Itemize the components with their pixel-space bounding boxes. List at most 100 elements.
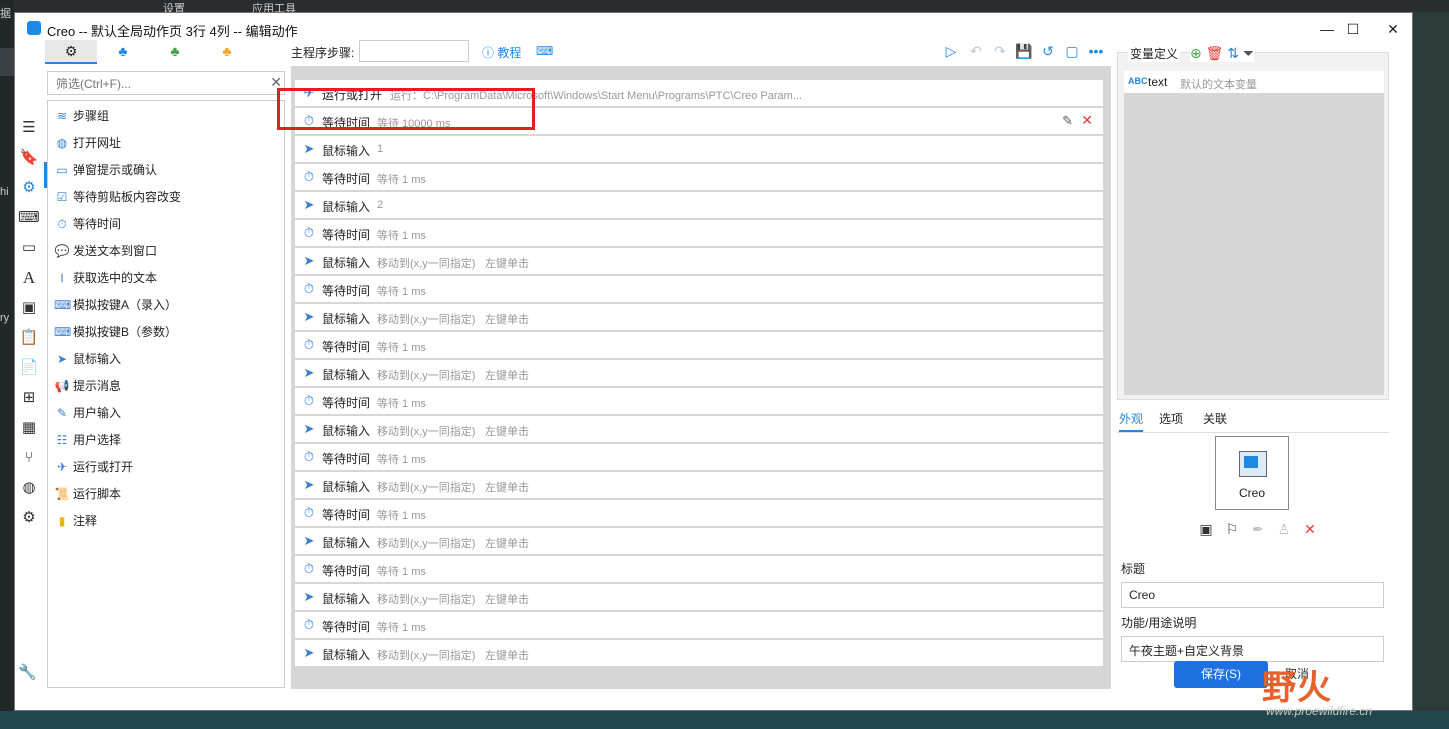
image-icon[interactable]: ▣	[1193, 521, 1219, 538]
tab-cluster-green-icon[interactable]: ♣	[149, 40, 201, 64]
note-icon[interactable]: ▢	[1062, 41, 1082, 61]
step-row[interactable]: ➤ 鼠标输入 移动到(x,y一同指定) 左键单击	[295, 584, 1103, 611]
gear-icon[interactable]: ⚙	[14, 176, 44, 200]
windows-icon[interactable]: ⊞	[14, 386, 44, 410]
action-item[interactable]: ☷ 用户选择	[54, 429, 121, 451]
undo-icon[interactable]: ↶	[966, 41, 986, 61]
paper-plane-icon: ✈	[56, 460, 68, 474]
filter-input[interactable]	[54, 73, 258, 95]
action-item[interactable]: I 获取选中的文本	[54, 267, 157, 289]
action-item[interactable]: 📜 运行脚本	[54, 483, 122, 505]
globe-icon[interactable]: ◍	[14, 476, 44, 500]
step-row[interactable]: ⏱ 等待时间 等待 1 ms	[295, 332, 1103, 359]
variable-row[interactable]: ABC text 默认的文本变量	[1124, 71, 1384, 93]
keyboard-icon[interactable]: ⌨	[14, 206, 44, 230]
action-item[interactable]: ✈ 运行或打开	[54, 456, 133, 478]
variable-type-badge: ABC	[1128, 76, 1148, 86]
step-row[interactable]: ➤ 鼠标输入 移动到(x,y一同指定) 左键单击	[295, 248, 1103, 275]
action-item[interactable]: ✎ 用户输入	[54, 402, 121, 424]
variable-definition-panel: 变量定义 ⊕ 🗑 ⇅ ⏷ ABC text 默认的文本变量	[1117, 45, 1389, 400]
action-item[interactable]: ⌨ 模拟按键B（参数）	[54, 321, 177, 343]
description-field[interactable]: 午夜主题+自定义背景	[1121, 636, 1384, 662]
font-icon[interactable]: A	[14, 266, 44, 290]
tutorial-link[interactable]: ⓘ 教程	[482, 44, 521, 61]
save-button[interactable]: 保存(S)	[1174, 661, 1268, 688]
red-highlight-box	[277, 88, 535, 130]
image-icon[interactable]: ▣	[14, 296, 44, 320]
step-row[interactable]: ⏱ 等待时间 等待 1 ms	[295, 164, 1103, 191]
menu-icon[interactable]: ☰	[14, 116, 44, 140]
note-icon: ▮	[58, 514, 66, 528]
variable-header-icons: ⊕ 🗑 ⇅ ⏷	[1190, 45, 1255, 62]
window-title: Creo -- 默认全局动作页 3行 4列 -- 编辑动作	[47, 24, 298, 39]
tab-gears-icon[interactable]: ⚙	[45, 40, 97, 64]
main-steps-input[interactable]	[359, 40, 469, 62]
step-row[interactable]: ⏱ 等待时间 等待 1 ms	[295, 612, 1103, 639]
action-preview[interactable]: Creo	[1215, 436, 1289, 510]
step-row[interactable]: ➤ 鼠标输入 移动到(x,y一同指定) 左键单击	[295, 304, 1103, 331]
wrench-icon[interactable]: 🔧	[18, 663, 37, 681]
title-field[interactable]: Creo	[1121, 582, 1384, 608]
tab-appearance[interactable]: 外观	[1119, 408, 1144, 432]
step-row[interactable]: ➤ 鼠标输入 1	[295, 136, 1103, 163]
close-icon[interactable]: ✕	[1297, 521, 1323, 538]
action-item[interactable]: 💬 发送文本到窗口	[54, 240, 158, 262]
action-item[interactable]: ▮ 注释	[54, 510, 97, 532]
action-item[interactable]: ⏱ 等待时间	[54, 213, 121, 235]
step-row[interactable]: ⏱ 等待时间 等待 1 ms	[295, 444, 1103, 471]
category-tabs: ⚙ ♣ ♣ ♣	[45, 40, 285, 64]
keyboard-icon[interactable]: ⌨	[536, 44, 553, 58]
delete-icon[interactable]: 🗑	[1206, 45, 1224, 61]
redo-icon[interactable]: ↷	[990, 41, 1010, 61]
tab-cluster-orange-icon[interactable]: ♣	[201, 40, 253, 64]
maximize-button[interactable]: ☐	[1340, 18, 1366, 40]
step-row[interactable]: ⏱ 等待时间 等待 1 ms	[295, 500, 1103, 527]
step-row[interactable]: ➤ 鼠标输入 移动到(x,y一同指定) 左键单击	[295, 528, 1103, 555]
step-row[interactable]: ➤ 鼠标输入 移动到(x,y一同指定) 左键单击	[295, 472, 1103, 499]
timer-icon: ⏱	[303, 225, 315, 240]
close-button[interactable]: ✕	[1380, 18, 1406, 40]
play-icon[interactable]: ▷	[941, 41, 961, 61]
filter-icon[interactable]: ⏷	[1243, 45, 1254, 61]
cursor-icon: ➤	[303, 253, 315, 268]
step-row[interactable]: ⏱ 等待时间 等待 1 ms	[295, 276, 1103, 303]
calculator-icon[interactable]: ▦	[14, 416, 44, 440]
timer-icon: ⏱	[303, 169, 315, 184]
gears-icon[interactable]: ⚙	[14, 506, 44, 530]
filter-field[interactable]: ✕	[47, 71, 285, 95]
branch-icon[interactable]: ⑂	[14, 446, 44, 470]
step-row[interactable]: ➤ 鼠标输入 移动到(x,y一同指定) 左键单击	[295, 416, 1103, 443]
delete-icon[interactable]: ✕	[1081, 112, 1093, 129]
action-item[interactable]: 📢 提示消息	[54, 375, 122, 397]
action-item[interactable]: ➤ 鼠标输入	[54, 348, 121, 370]
action-item[interactable]: ⌨ 模拟按键A（录入）	[54, 294, 177, 316]
minimize-button[interactable]: —	[1314, 18, 1340, 40]
window-icon[interactable]: ▭	[14, 236, 44, 260]
add-icon[interactable]: ⊕	[1190, 45, 1202, 61]
action-item[interactable]: ≋ 步骤组	[54, 105, 109, 127]
bookmark-icon[interactable]: 🔖	[14, 146, 44, 170]
flag-icon[interactable]: ⚐	[1219, 521, 1245, 538]
step-row[interactable]: ➤ 鼠标输入 移动到(x,y一同指定) 左键单击	[295, 640, 1103, 667]
step-row[interactable]: ➤ 鼠标输入 移动到(x,y一同指定) 左键单击	[295, 360, 1103, 387]
tab-cluster-blue-icon[interactable]: ♣	[97, 40, 149, 64]
action-item[interactable]: ☑ 等待剪贴板内容改变	[54, 186, 181, 208]
step-row[interactable]: ⏱ 等待时间 等待 1 ms	[295, 556, 1103, 583]
step-row[interactable]: ⏱ 等待时间 等待 1 ms	[295, 220, 1103, 247]
document-icon[interactable]: 📄	[14, 356, 44, 380]
eyedropper-icon[interactable]: ✒	[1245, 521, 1271, 538]
tab-relations[interactable]: 关联	[1203, 408, 1227, 430]
history-icon[interactable]: ↺	[1038, 41, 1058, 61]
action-item[interactable]: ◍ 打开网址	[54, 132, 121, 154]
clipboard-icon[interactable]: 📋	[14, 326, 44, 350]
tab-options[interactable]: 选项	[1159, 408, 1183, 430]
step-row[interactable]: ➤ 鼠标输入 2	[295, 192, 1103, 219]
sort-icon[interactable]: ⇅	[1227, 45, 1239, 61]
cursor-icon: ➤	[303, 645, 315, 660]
action-item[interactable]: ▭ 弹窗提示或确认	[54, 159, 157, 181]
shirt-icon[interactable]: ♙	[1271, 521, 1297, 538]
more-icon[interactable]: •••	[1086, 41, 1106, 61]
step-row[interactable]: ⏱ 等待时间 等待 1 ms	[295, 388, 1103, 415]
edit-icon[interactable]: ✎	[1062, 113, 1073, 129]
save-icon[interactable]: 💾	[1014, 41, 1034, 61]
